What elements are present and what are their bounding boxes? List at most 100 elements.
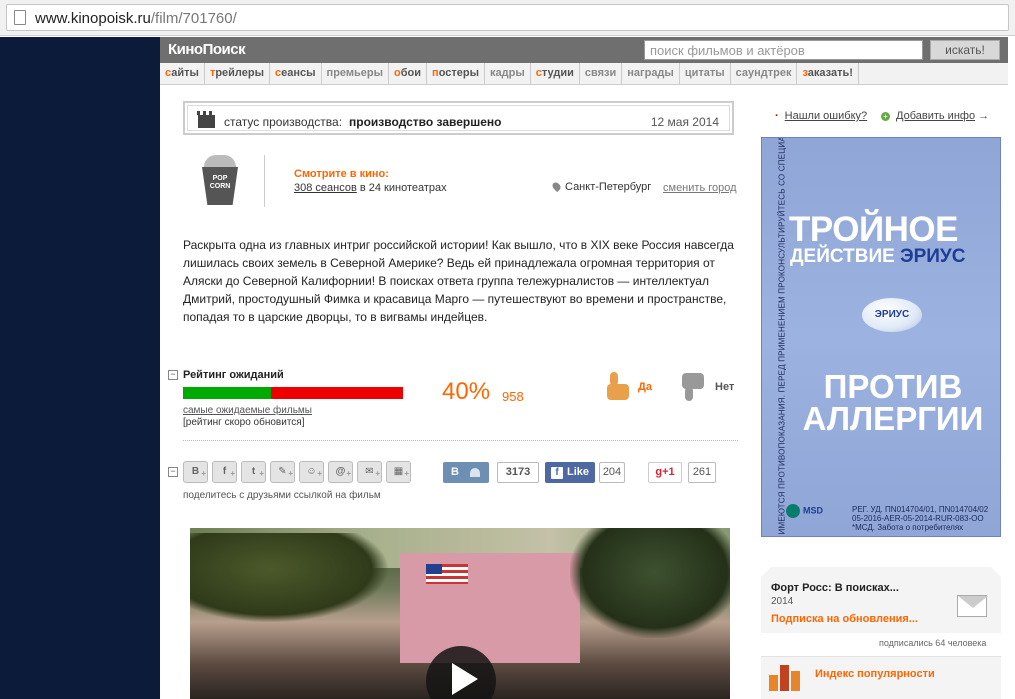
facebook-icon[interactable]: f bbox=[212, 461, 237, 484]
site-logo[interactable]: КиноПоиск bbox=[168, 41, 246, 58]
film-description: Раскрыта одна из главных интриг российск… bbox=[183, 238, 734, 324]
nav-label: тудии bbox=[541, 67, 574, 79]
advertisement-banner[interactable]: ИМЕЮТСЯ ПРОТИВОПОКАЗАНИЯ. ПЕРЕД ПРИМЕНЕН… bbox=[761, 137, 1001, 537]
status-label: статус производства: bbox=[224, 115, 343, 129]
status-date: 12 мая 2014 bbox=[650, 115, 719, 129]
thumbs-up-icon[interactable] bbox=[597, 372, 631, 402]
nav-item-sites[interactable]: сайты bbox=[160, 63, 205, 85]
msd-brand: MSD bbox=[803, 505, 823, 516]
nav-label: рейлеры bbox=[215, 67, 265, 79]
msd-logo-icon bbox=[786, 504, 800, 518]
subscribe-film-year: 2014 bbox=[771, 596, 794, 607]
subscribers-count: подписались 64 человека bbox=[879, 638, 987, 648]
ad-registration: РЕГ. УД. ПN014704/01, ПN014704/02 05-201… bbox=[852, 505, 989, 532]
city-indicator: Санкт-Петербург bbox=[550, 180, 652, 193]
rating-bar bbox=[183, 387, 403, 399]
url-text[interactable]: www.kinopoisk.ru/film/701760/ bbox=[35, 10, 237, 27]
vote-no-label[interactable]: Нет bbox=[715, 381, 734, 393]
location-pin-icon bbox=[550, 180, 563, 193]
nav-initial: п bbox=[432, 67, 439, 79]
qr-icon[interactable]: ▦ bbox=[386, 461, 411, 484]
thumb-palm bbox=[607, 384, 629, 400]
vote-yes-label[interactable]: Да bbox=[638, 381, 652, 393]
nav-item-posters[interactable]: постеры bbox=[427, 63, 485, 85]
nav-label: кадры bbox=[490, 67, 525, 79]
nav-label: айты bbox=[171, 67, 199, 79]
add-info-link[interactable]: Добавить инфо bbox=[896, 110, 975, 122]
odnoklassniki-icon[interactable]: ☺ bbox=[299, 461, 324, 484]
search-input[interactable] bbox=[645, 41, 922, 59]
nav-item-trailers[interactable]: трейлеры bbox=[205, 63, 271, 85]
report-error: · Нашли ошибку? bbox=[775, 110, 867, 122]
fb-label: Like bbox=[567, 466, 590, 478]
status-inner: статус производства: производство заверш… bbox=[187, 105, 730, 131]
thumb-palm bbox=[682, 373, 704, 389]
trailer-video[interactable] bbox=[190, 528, 730, 699]
rating-votes: 958 bbox=[502, 389, 524, 404]
search-button[interactable]: искать! bbox=[930, 40, 1000, 60]
url-field[interactable]: www.kinopoisk.ru/film/701760/ bbox=[6, 4, 1009, 31]
google-plus-count: 261 bbox=[688, 462, 716, 483]
moimir-icon[interactable]: @ bbox=[328, 461, 353, 484]
vk-count: 3173 bbox=[497, 462, 539, 483]
main-nav: сайты трейлеры сеансы премьеры обои пост… bbox=[160, 63, 1008, 85]
popularity-index-title: Индекс популярности bbox=[815, 668, 935, 680]
twitter-icon[interactable]: t bbox=[241, 461, 266, 484]
facebook-icon: f bbox=[551, 467, 563, 479]
ad-subheadline-a: ДЕЙСТВИЕ bbox=[790, 246, 901, 267]
nav-item-premieres[interactable]: премьеры bbox=[322, 63, 390, 85]
nav-item-links[interactable]: связи bbox=[580, 63, 623, 85]
nav-item-quotes[interactable]: цитаты bbox=[680, 63, 731, 85]
rating-percent: 40% bbox=[442, 378, 491, 405]
watch-in-cinema-title: Смотрите в кино: bbox=[294, 168, 389, 180]
livejournal-icon[interactable]: ✎ bbox=[270, 461, 295, 484]
nav-item-sessions[interactable]: сеансы bbox=[270, 63, 322, 85]
left-background-panel bbox=[0, 37, 160, 699]
share-caption: поделитесь с друзьями ссылкой на фильм bbox=[183, 490, 381, 501]
video-frame-flag bbox=[426, 564, 468, 584]
corner-fold bbox=[991, 567, 1001, 577]
nav-label: награды bbox=[627, 67, 674, 79]
rating-title: Рейтинг ожиданий bbox=[183, 369, 284, 381]
nav-label: остеры bbox=[438, 67, 479, 79]
vk-icon[interactable]: В bbox=[183, 461, 208, 484]
facebook-count: 204 bbox=[599, 462, 625, 483]
nav-item-studios[interactable]: студии bbox=[531, 63, 580, 85]
nav-label: аказать! bbox=[807, 67, 853, 79]
vk-like-button[interactable]: В bbox=[443, 462, 489, 483]
site-header: КиноПоиск искать! bbox=[160, 37, 1008, 63]
nav-label: бои bbox=[400, 67, 422, 79]
facebook-like-button[interactable]: f Like bbox=[545, 462, 595, 483]
city-name: Санкт-Петербург bbox=[565, 181, 652, 193]
rating-collapse-toggle[interactable]: − bbox=[168, 370, 178, 380]
clapperboard-icon bbox=[197, 111, 215, 128]
rating-note: [рейтинг скоро обновится] bbox=[183, 417, 305, 428]
nav-item-awards[interactable]: награды bbox=[622, 63, 680, 85]
email-icon[interactable]: ✉ bbox=[357, 461, 382, 484]
add-info: + Добавить инфо → bbox=[881, 110, 989, 122]
report-error-link[interactable]: Нашли ошибку? bbox=[785, 110, 867, 122]
envelope-icon[interactable] bbox=[957, 595, 988, 617]
plus-icon: + bbox=[881, 112, 890, 121]
popcorn-text: POP CORN bbox=[209, 175, 231, 190]
sessions-link[interactable]: 308 сеансов bbox=[294, 182, 357, 194]
nav-item-wallpapers[interactable]: обои bbox=[389, 63, 428, 85]
nav-item-order[interactable]: заказать! bbox=[797, 63, 859, 85]
change-city-link[interactable]: сменить город bbox=[663, 182, 737, 194]
nav-item-soundtrack[interactable]: саундтрек bbox=[731, 63, 798, 85]
nav-item-stills[interactable]: кадры bbox=[485, 63, 531, 85]
production-status-box: статус производства: производство заверш… bbox=[183, 101, 734, 135]
page-icon bbox=[14, 10, 26, 25]
google-plus-button[interactable]: g+1 bbox=[648, 462, 682, 483]
most-awaited-link[interactable]: самые ожидаемые фильмы bbox=[183, 405, 312, 416]
share-icons-row: В f t ✎ ☺ @ ✉ ▦ bbox=[183, 461, 411, 484]
arrow-right-icon: → bbox=[978, 110, 990, 122]
thumbs-down-icon[interactable] bbox=[672, 373, 706, 403]
popcorn-icon: POP CORN bbox=[201, 155, 239, 205]
popularity-index-box[interactable]: Индекс популярности bbox=[761, 656, 1001, 699]
share-collapse-toggle[interactable]: − bbox=[168, 467, 178, 477]
rating-bar-fill bbox=[183, 387, 271, 399]
nav-label: связи bbox=[584, 67, 617, 79]
thumb-finger bbox=[685, 387, 693, 401]
subscribe-link[interactable]: Подписка на обновления... bbox=[771, 613, 918, 625]
